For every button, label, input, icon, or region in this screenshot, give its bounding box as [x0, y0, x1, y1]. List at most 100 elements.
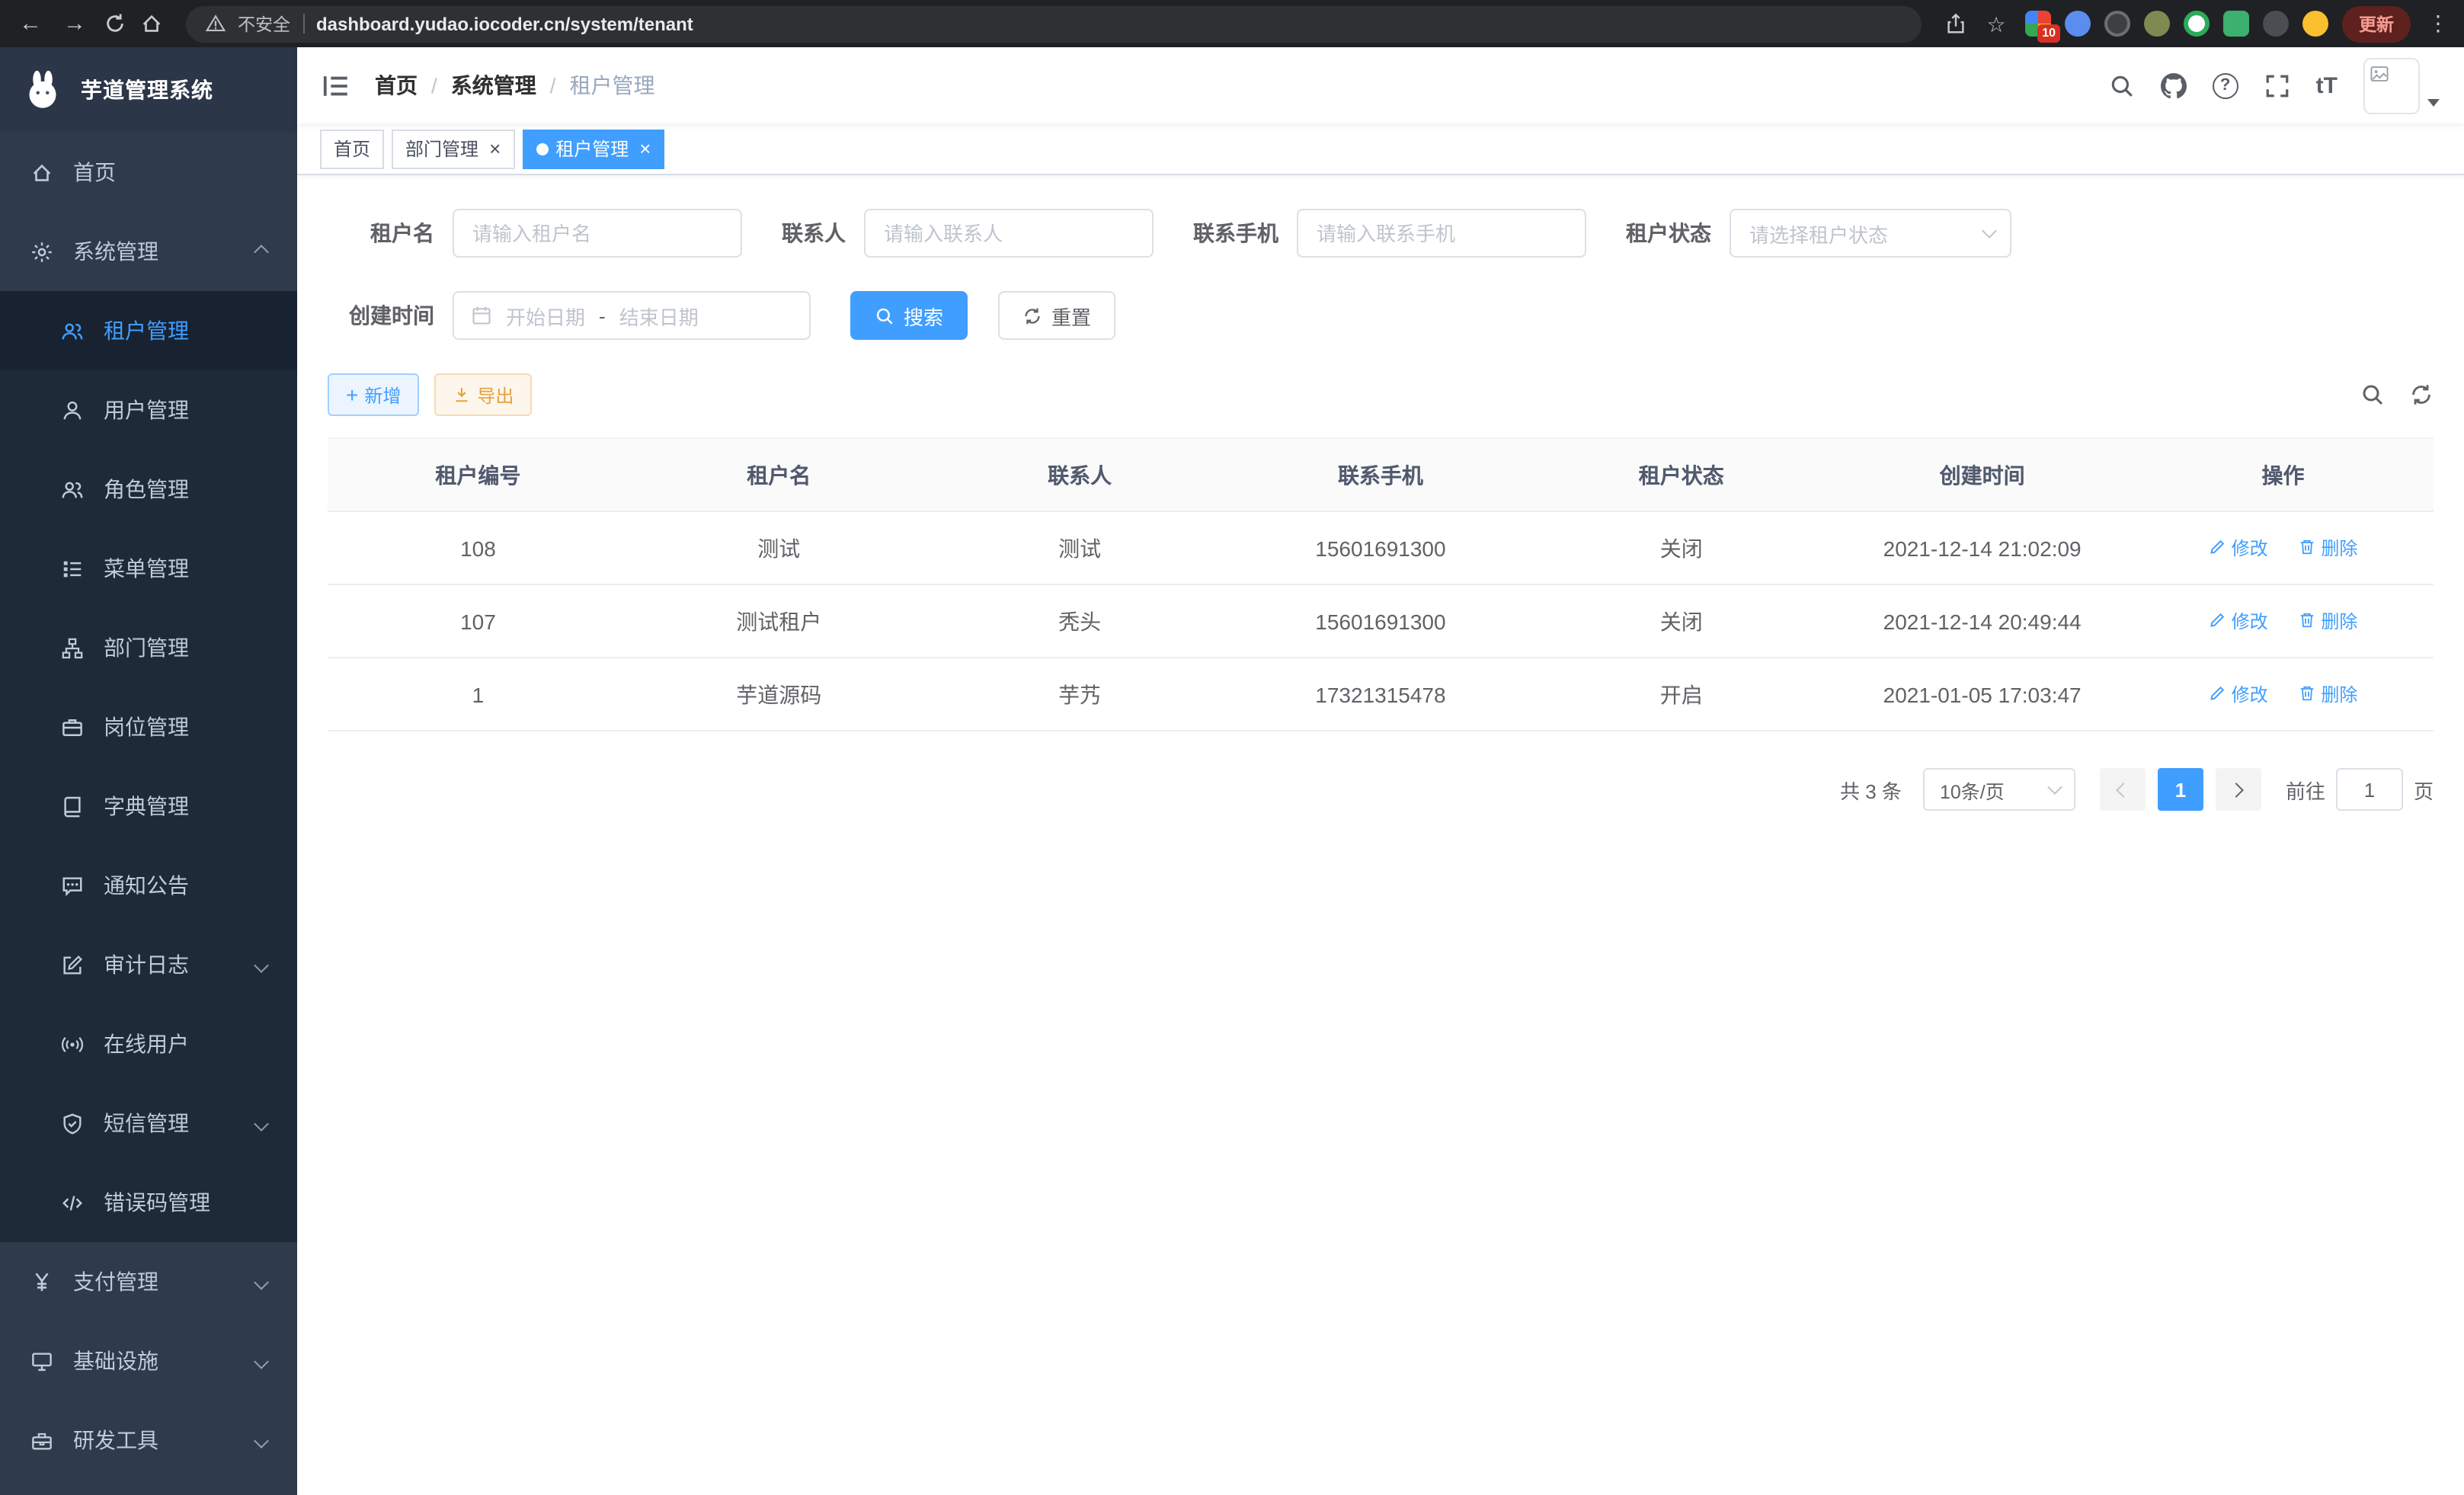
sidebar-item-pay[interactable]: 支付管理	[0, 1242, 297, 1321]
extension-icon-1[interactable]: 10	[2025, 11, 2051, 37]
sidebar-item-menu[interactable]: 菜单管理	[0, 529, 297, 608]
chrome-update-button[interactable]: 更新	[2342, 5, 2411, 42]
search-button[interactable]: 搜索	[850, 291, 968, 340]
fullscreen-icon[interactable]	[2264, 72, 2290, 98]
bookmark-star-icon[interactable]: ☆	[1981, 13, 2011, 34]
edit-link[interactable]: 修改	[2209, 681, 2268, 707]
sidebar-item-online-user[interactable]: 在线用户	[0, 1004, 297, 1084]
user-avatar-menu[interactable]	[2363, 57, 2440, 114]
prev-page-button[interactable]	[2100, 768, 2146, 811]
sidebar-item-dept[interactable]: 部门管理	[0, 608, 297, 687]
export-button[interactable]: 导出	[434, 373, 532, 416]
github-icon[interactable]	[2161, 72, 2187, 98]
font-size-icon[interactable]: tT	[2316, 72, 2338, 98]
status-select[interactable]: 请选择租户状态	[1730, 209, 2011, 258]
sidebar-item-dashboard[interactable]: 首页	[0, 133, 297, 212]
extension-badge: 10	[2037, 24, 2060, 43]
sidebar-item-role[interactable]: 角色管理	[0, 450, 297, 529]
cell-tenant-id: 1	[328, 658, 629, 731]
avatar[interactable]	[2363, 57, 2420, 114]
cell-status: 开启	[1531, 658, 1832, 731]
tenant-name-input[interactable]	[453, 209, 742, 258]
next-page-button[interactable]	[2216, 768, 2261, 811]
cell-tenant-id: 108	[328, 511, 629, 584]
reset-button[interactable]: 重置	[998, 291, 1115, 340]
system-submenu: 租户管理 用户管理 角色管理 菜单管理 部门管理	[0, 291, 297, 1242]
breadcrumb-system[interactable]: 系统管理	[451, 70, 536, 101]
security-label[interactable]: 不安全	[238, 11, 290, 36]
page-unit-label: 页	[2414, 775, 2434, 804]
extension-icon-4[interactable]	[2144, 11, 2170, 37]
delete-link[interactable]: 删除	[2298, 535, 2357, 561]
sidebar-item-system[interactable]: 系统管理	[0, 212, 297, 291]
sidebar-item-dict[interactable]: 字典管理	[0, 767, 297, 846]
app-logo[interactable]: 芋道管理系统	[0, 47, 297, 133]
help-icon[interactable]: ?	[2213, 72, 2238, 98]
tags-view: 首页 部门管理 × 租户管理 ×	[297, 123, 2464, 175]
sidebar-item-dev-tool[interactable]: 研发工具	[0, 1401, 297, 1480]
sidebar: 芋道管理系统 首页 系统管理 租户管理 用户管理	[0, 47, 297, 1495]
sidebar-item-infra[interactable]: 基础设施	[0, 1321, 297, 1401]
yen-icon	[30, 1270, 53, 1293]
contact-label: 联系人	[782, 218, 846, 248]
sidebar-collapse-button[interactable]	[322, 71, 350, 100]
contact-input[interactable]	[864, 209, 1154, 258]
header-search-icon[interactable]	[2109, 72, 2135, 98]
cell-actions: 修改 删除	[2133, 658, 2434, 731]
page-number-1[interactable]: 1	[2158, 768, 2203, 811]
extension-icon-3[interactable]	[2104, 11, 2130, 37]
home-icon	[30, 161, 53, 184]
browser-menu-icon[interactable]: ⋮	[2427, 11, 2449, 37]
tag-home[interactable]: 首页	[320, 129, 384, 168]
tag-dept[interactable]: 部门管理 ×	[392, 129, 514, 168]
browser-home-button[interactable]	[140, 12, 163, 35]
cell-created: 2021-12-14 21:02:09	[1832, 511, 2133, 584]
add-button[interactable]: + 新增	[328, 373, 419, 416]
calendar-icon	[471, 305, 492, 326]
list-icon	[61, 557, 84, 580]
chevron-down-icon	[254, 1353, 269, 1369]
col-created: 创建时间	[1832, 438, 2133, 511]
extension-icon-5[interactable]	[2184, 11, 2210, 37]
share-icon[interactable]	[1944, 12, 1967, 35]
broken-image-icon	[2370, 63, 2389, 83]
address-bar[interactable]: 不安全 dashboard.yudao.iocoder.cn/system/te…	[186, 5, 1922, 42]
extension-icon-8[interactable]	[2302, 11, 2328, 37]
extension-icon-2[interactable]	[2065, 11, 2091, 37]
goto-page-input[interactable]	[2336, 768, 2403, 811]
page-size-select[interactable]: 10条/页	[1923, 768, 2075, 811]
sidebar-item-notice[interactable]: 通知公告	[0, 846, 297, 925]
trash-icon	[2298, 539, 2316, 557]
sidebar-item-post[interactable]: 岗位管理	[0, 687, 297, 767]
tag-tenant[interactable]: 租户管理 ×	[522, 129, 664, 168]
breadcrumb: 首页 / 系统管理 / 租户管理	[375, 70, 655, 101]
url-text[interactable]: dashboard.yudao.iocoder.cn/system/tenant	[316, 13, 693, 34]
edit-link[interactable]: 修改	[2209, 608, 2268, 634]
chevron-down-icon	[1982, 223, 1997, 238]
chevron-up-icon	[254, 244, 269, 259]
sidebar-item-tenant[interactable]: 租户管理	[0, 291, 297, 370]
top-navbar: 首页 / 系统管理 / 租户管理 ? tT	[297, 47, 2464, 123]
sidebar-item-sms[interactable]: 短信管理	[0, 1084, 297, 1163]
sidebar-item-error-code[interactable]: 错误码管理	[0, 1163, 297, 1242]
date-range-picker[interactable]: 开始日期 - 结束日期	[453, 291, 811, 340]
extension-icon-7[interactable]	[2263, 11, 2289, 37]
breadcrumb-home[interactable]: 首页	[375, 70, 418, 101]
back-button[interactable]: ←	[15, 12, 46, 35]
delete-link[interactable]: 删除	[2298, 681, 2357, 707]
close-icon[interactable]: ×	[489, 139, 501, 158]
sidebar-item-user[interactable]: 用户管理	[0, 370, 297, 450]
mobile-input[interactable]	[1297, 209, 1586, 258]
extension-icon-6[interactable]	[2223, 11, 2249, 37]
sidebar-item-audit-log[interactable]: 审计日志	[0, 925, 297, 1004]
start-date-placeholder: 开始日期	[506, 301, 585, 330]
delete-link[interactable]: 删除	[2298, 608, 2357, 634]
logo-image	[20, 67, 66, 113]
close-icon[interactable]: ×	[639, 139, 651, 158]
user-icon	[61, 399, 84, 421]
edit-link[interactable]: 修改	[2209, 535, 2268, 561]
table-refresh-icon[interactable]	[2409, 383, 2434, 407]
forward-button[interactable]: →	[59, 12, 90, 35]
reload-button[interactable]	[104, 12, 126, 35]
toggle-search-icon[interactable]	[2360, 383, 2385, 407]
